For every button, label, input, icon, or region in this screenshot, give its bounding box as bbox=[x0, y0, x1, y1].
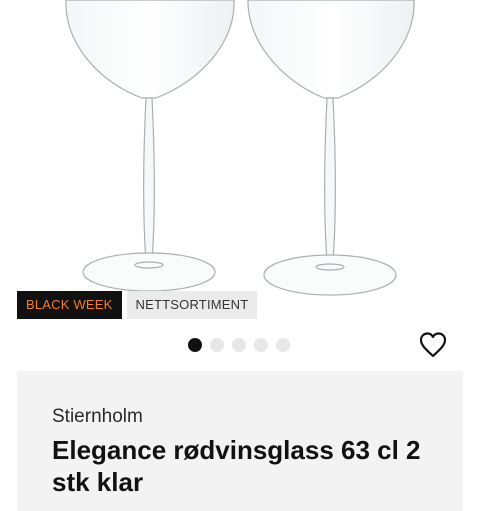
product-image[interactable] bbox=[0, 0, 480, 300]
carousel-dot-1[interactable] bbox=[188, 338, 202, 352]
carousel-dot-2[interactable] bbox=[210, 338, 224, 352]
product-title: Elegance rødvinsglass 63 cl 2 stk klar bbox=[52, 435, 421, 497]
wine-glasses-image bbox=[65, 0, 415, 296]
heart-outline-icon bbox=[419, 332, 447, 358]
carousel-dot-4[interactable] bbox=[254, 338, 268, 352]
online-assortment-badge: NETTSORTIMENT bbox=[126, 291, 258, 319]
favorite-button[interactable] bbox=[418, 331, 448, 359]
product-info-panel: Stiernholm Elegance rødvinsglass 63 cl 2… bbox=[17, 371, 463, 511]
black-week-badge: BLACK WEEK bbox=[17, 291, 122, 319]
carousel-dot-5[interactable] bbox=[276, 338, 290, 352]
carousel-indicator bbox=[188, 338, 290, 352]
carousel-dot-3[interactable] bbox=[232, 338, 246, 352]
product-brand[interactable]: Stiernholm bbox=[52, 406, 143, 428]
badge-row: BLACK WEEK NETTSORTIMENT bbox=[17, 291, 258, 319]
